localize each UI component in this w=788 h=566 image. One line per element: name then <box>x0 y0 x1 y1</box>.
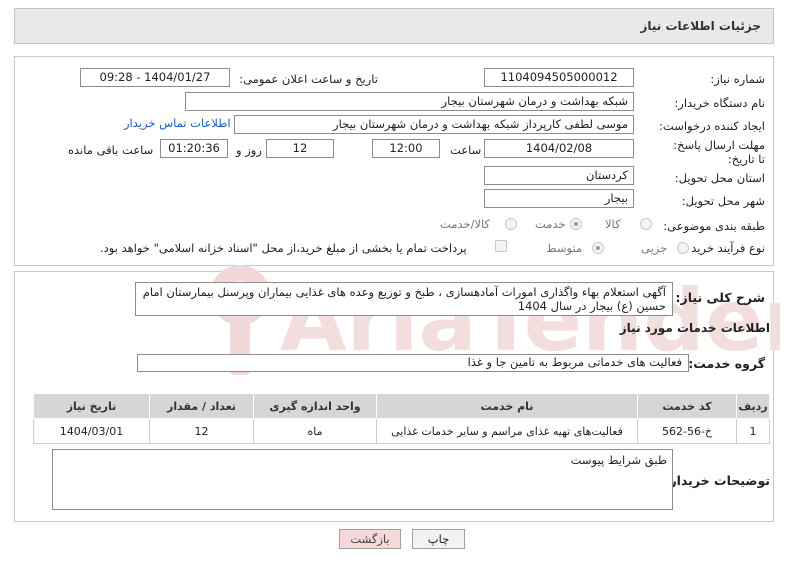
summary-label: شرح کلی نیاز: <box>675 290 765 305</box>
deadline-time-field: 12:00 <box>372 139 440 158</box>
cell-row-number: 1 <box>736 418 770 444</box>
requester-label: ایجاد کننده درخواست: <box>659 119 765 133</box>
col-row-number: ردیف <box>736 393 770 419</box>
cell-quantity: 12 <box>149 418 254 444</box>
city-field: بیجار <box>484 189 634 208</box>
treasury-payment-note: پرداخت تمام یا بخشی از مبلغ خرید،از محل … <box>100 241 467 255</box>
category-service-radio[interactable] <box>570 218 582 230</box>
service-group-label: گروه خدمت: <box>688 356 765 371</box>
buyer-org-label: نام دستگاه خریدار: <box>674 96 765 110</box>
services-table: ردیف کد خدمت نام خدمت واحد اندازه گیری ت… <box>33 393 770 444</box>
announce-datetime-label: تاریخ و ساعت اعلان عمومی: <box>239 72 378 86</box>
service-group-field: فعالیت های خدماتی مربوط به تامین جا و غذ… <box>137 354 689 372</box>
process-minor-radio[interactable] <box>677 242 689 254</box>
need-number-field: 1104094505000012 <box>484 68 634 87</box>
category-goods-service-label: کالا/خدمت <box>440 217 491 231</box>
category-goods-radio[interactable] <box>640 218 652 230</box>
buyer-org-field: شبکه بهداشت و درمان شهرستان بیجار <box>185 92 634 111</box>
buyer-notes-text: طبق شرایط پیوست <box>52 449 673 510</box>
cell-service-code: خ-56-562 <box>637 418 737 444</box>
cell-need-date: 1404/03/01 <box>33 418 150 444</box>
treasury-payment-checkbox[interactable] <box>495 240 507 252</box>
col-unit: واحد اندازه گیری <box>253 393 377 419</box>
services-table-header: ردیف کد خدمت نام خدمت واحد اندازه گیری ت… <box>33 393 770 419</box>
buyer-notes-label: توضیحات خریدار: <box>664 473 770 488</box>
col-quantity: تعداد / مقدار <box>149 393 254 419</box>
deadline-days-field: 12 <box>266 139 334 158</box>
province-field: کردستان <box>484 166 634 185</box>
col-need-date: تاریخ نیاز <box>33 393 150 419</box>
services-section-title: اطلاعات خدمات مورد نیاز <box>619 321 770 335</box>
col-service-name: نام خدمت <box>376 393 638 419</box>
col-service-code: کد خدمت <box>637 393 737 419</box>
announce-datetime-field: 1404/01/27 - 09:28 <box>80 68 230 87</box>
city-label: شهر محل تحویل: <box>681 194 765 208</box>
summary-text: آگهی استعلام بهاء واگذاری امورات آمادهسا… <box>135 282 673 316</box>
need-number-label: شماره نیاز: <box>710 72 765 86</box>
category-goods-service-radio[interactable] <box>505 218 517 230</box>
page-title: جزئیات اطلاعات نیاز <box>640 19 761 33</box>
category-label: طبقه بندی موضوعی: <box>663 219 765 233</box>
category-service-label: خدمت <box>535 217 566 231</box>
page-header: جزئیات اطلاعات نیاز <box>14 8 774 44</box>
table-row: 1 خ-56-562 فعالیت‌های تهیه غذای مراسم و … <box>33 418 770 444</box>
cell-service-name: فعالیت‌های تهیه غذای مراسم و سایر خدمات … <box>376 418 638 444</box>
province-label: استان محل تحویل: <box>674 171 765 185</box>
process-medium-label: متوسط <box>546 241 583 255</box>
process-minor-label: جزیی <box>641 241 668 255</box>
category-goods-label: کالا <box>605 217 621 231</box>
deadline-days-label: روز و <box>236 143 262 157</box>
remaining-time-label: ساعت باقی مانده <box>68 143 154 157</box>
cell-unit: ماه <box>253 418 377 444</box>
requester-field: موسی لطفی کارپرداز شبکه بهداشت و درمان ش… <box>234 115 634 134</box>
deadline-label: مهلت ارسال پاسخ: تا تاریخ: <box>673 138 765 166</box>
remaining-time-field: 01:20:36 <box>160 139 228 158</box>
need-details-panel <box>14 56 774 266</box>
deadline-time-label: ساعت <box>450 143 482 157</box>
process-label: نوع فرآیند خرید : <box>683 241 765 255</box>
buyer-contact-link[interactable]: اطلاعات تماس خریدار <box>124 116 231 130</box>
back-button[interactable]: بازگشت <box>339 529 401 549</box>
deadline-date-field: 1404/02/08 <box>484 139 634 158</box>
print-button[interactable]: چاپ <box>412 529 465 549</box>
process-medium-radio[interactable] <box>592 242 604 254</box>
